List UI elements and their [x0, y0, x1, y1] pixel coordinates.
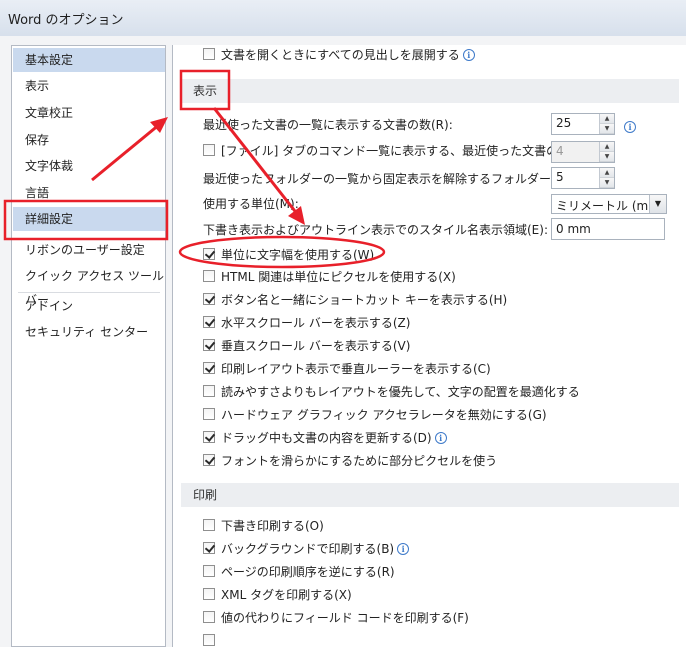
window-title: Word のオプション — [8, 13, 124, 28]
units-dropdown[interactable]: ミリメートル (mm) ▼ — [551, 194, 667, 214]
title-bar: Word のオプション — [0, 0, 686, 37]
options-panel[interactable]: 文書を開くときにすべての見出しを展開する i 表示 最近使った文書の一覧に表示する… — [172, 45, 686, 647]
section-title-print: 印刷 — [193, 488, 218, 502]
style-area-label: 下書き表示およびアウトライン表示でのスタイル名表示領域(E): — [203, 223, 548, 237]
option-label: ボタン名と一緒にショートカット キーを表示する(H) — [221, 293, 508, 307]
info-icon: i — [462, 49, 475, 61]
spin-up-icon[interactable]: ▲ — [600, 168, 614, 178]
spin-up-icon[interactable]: ▲ — [600, 142, 614, 152]
option-checkbox[interactable] — [203, 542, 215, 554]
option-label: HTML 関連は単位にピクセルを使用する(X) — [221, 270, 456, 284]
recent-folders-label: 最近使ったフォルダーの一覧から固定表示を解除するフォルダーの数(F): — [203, 172, 596, 186]
option-label: フォントを滑らかにするために部分ピクセルを使う — [221, 454, 498, 468]
option-label: 印刷レイアウト表示で垂直ルーラーを表示する(C) — [221, 362, 491, 376]
option-checkbox[interactable] — [203, 339, 215, 351]
file-tab-recent-label: [ファイル] タブのコマンド一覧に表示する、最近使った文書の数(Q): — [221, 144, 594, 158]
chevron-down-icon[interactable]: ▼ — [649, 195, 666, 213]
option-label: XML タグを印刷する(X) — [221, 588, 352, 602]
spin-up-icon[interactable]: ▲ — [600, 114, 614, 124]
option-label: 単位に文字幅を使用する(W) — [221, 248, 375, 262]
file-tab-recent-checkbox[interactable] — [203, 144, 215, 156]
style-area-value: 0 mm — [556, 222, 591, 236]
option-label: ドラッグ中も文書の内容を更新する(D) — [221, 431, 432, 445]
sidebar-item-advanced[interactable]: 詳細設定 — [13, 207, 165, 231]
option-checkbox[interactable] — [203, 270, 215, 282]
info-icon: i — [397, 543, 410, 555]
info-icon: i — [624, 121, 636, 133]
sidebar-item-ribbon[interactable]: リボンのユーザー設定 — [13, 238, 165, 262]
option-checkbox[interactable] — [203, 293, 215, 305]
option-label: バックグラウンドで印刷する(B) — [221, 542, 395, 556]
spin-down-icon[interactable]: ▼ — [600, 178, 614, 188]
recent-docs-label: 最近使った文書の一覧に表示する文書の数(R): — [203, 118, 453, 132]
recent-folders-spinner[interactable]: 5 ▲ ▼ — [551, 167, 615, 189]
option-checkbox[interactable] — [203, 611, 215, 623]
section-title-display: 表示 — [193, 84, 218, 98]
sidebar-item-addins[interactable]: アドイン — [13, 294, 165, 318]
option-label: ページの印刷順序を逆にする(R) — [221, 565, 395, 579]
info-icon: i — [434, 432, 447, 444]
spin-down-icon[interactable]: ▼ — [600, 152, 614, 162]
units-label: 使用する単位(M): — [203, 197, 299, 211]
option-checkbox[interactable] — [203, 408, 215, 420]
sidebar: 基本設定 表示 文章校正 保存 文字体裁 言語 詳細設定 リボンのユーザー設定 … — [11, 45, 166, 647]
sidebar-divider — [18, 292, 160, 293]
sidebar-item-quick-access[interactable]: クイック アクセス ツール バー — [13, 264, 165, 307]
option-checkbox[interactable] — [203, 385, 215, 397]
option-checkbox[interactable] — [203, 454, 215, 466]
option-label: 値の代わりにフィールド コードを印刷する(F) — [221, 611, 469, 625]
option-checkbox[interactable] — [203, 565, 215, 577]
section-header-print: 印刷 — [181, 483, 679, 507]
option-checkbox[interactable] — [203, 519, 215, 531]
expand-headings-checkbox[interactable] — [203, 48, 215, 60]
option-label: 垂直スクロール バーを表示する(V) — [221, 339, 411, 353]
option-checkbox[interactable] — [203, 431, 215, 443]
recent-docs-spinner[interactable]: 25 ▲ ▼ — [551, 113, 615, 135]
option-checkbox[interactable] — [203, 316, 215, 328]
recent-folders-value: 5 — [556, 170, 564, 184]
style-area-input[interactable]: 0 mm — [551, 218, 665, 240]
section-header-display: 表示 — [181, 79, 679, 103]
spin-down-icon[interactable]: ▼ — [600, 124, 614, 134]
sidebar-item-display[interactable]: 表示 — [13, 74, 165, 98]
option-checkbox[interactable] — [203, 588, 215, 600]
sidebar-item-basic[interactable]: 基本設定 — [13, 48, 165, 72]
sidebar-item-proofing[interactable]: 文章校正 — [13, 101, 165, 125]
sidebar-item-typography[interactable]: 文字体裁 — [13, 154, 165, 178]
expand-headings-label: 文書を開くときにすべての見出しを展開する — [221, 48, 460, 62]
option-checkbox[interactable] — [203, 362, 215, 374]
option-label: 読みやすさよりもレイアウトを優先して、文字の配置を最適化する — [221, 385, 580, 399]
option-label: 下書き印刷する(O) — [221, 519, 324, 533]
sidebar-item-trust-center[interactable]: セキュリティ センター — [13, 320, 165, 344]
recent-docs-value: 25 — [556, 116, 572, 130]
sidebar-item-language[interactable]: 言語 — [13, 181, 165, 205]
option-label: ハードウェア グラフィック アクセラレータを無効にする(G) — [221, 408, 547, 422]
file-tab-recent-spinner[interactable]: 4 ▲ ▼ — [551, 141, 615, 163]
option-checkbox[interactable] — [203, 248, 215, 260]
sidebar-item-save[interactable]: 保存 — [13, 128, 165, 152]
file-tab-recent-value: 4 — [556, 144, 564, 158]
option-label: 水平スクロール バーを表示する(Z) — [221, 316, 411, 330]
option-checkbox[interactable] — [203, 634, 215, 646]
